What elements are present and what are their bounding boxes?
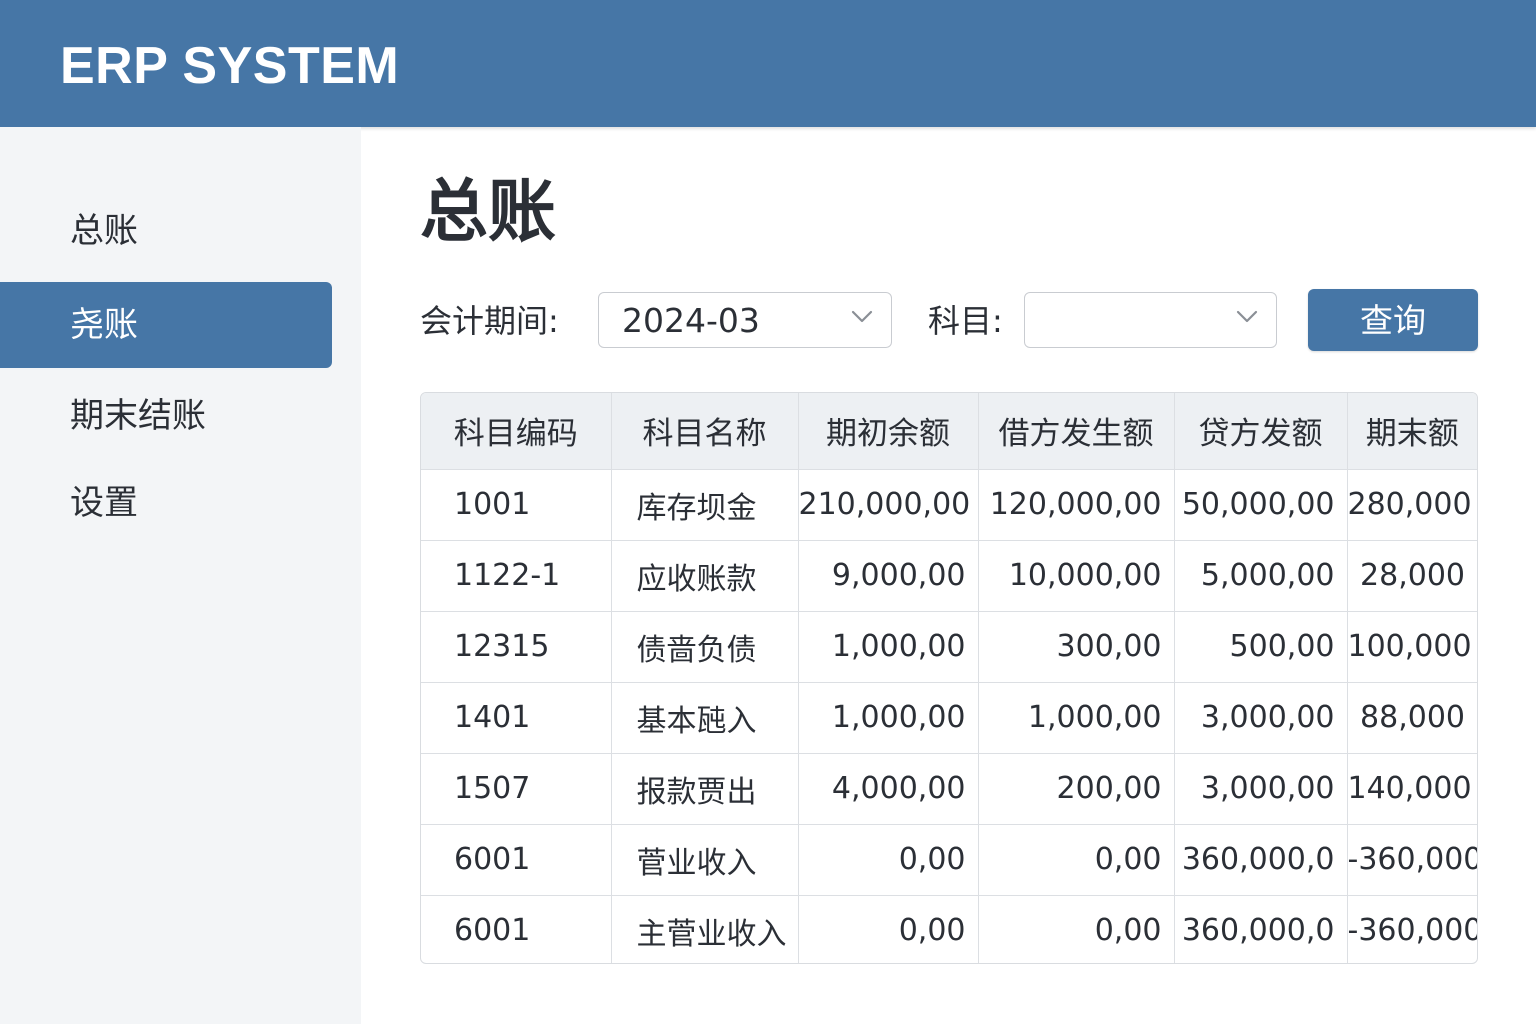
page-title: 总账 xyxy=(420,173,557,252)
cell-debit: 0,00 xyxy=(978,824,1175,896)
table-row[interactable]: 1401 基本瓲入 1,000,00 1,000,00 3,000,00 88,… xyxy=(421,682,1477,754)
table-row[interactable]: 6001 菅业收入 0,00 0,00 360,000,0 -360,000 xyxy=(421,824,1477,896)
chevron-down-icon xyxy=(1236,310,1258,323)
cell-closing: 140,000 xyxy=(1347,753,1477,825)
table-row[interactable]: 6001 主菅业收入 0,00 0,00 360,000,0 -360,000 xyxy=(421,895,1478,963)
table-row[interactable]: 1507 报款贾出 4,000,00 200,00 3,000,00 140,0… xyxy=(421,753,1477,825)
cell-opening: 0,00 xyxy=(798,895,979,963)
cell-closing: 100,000 xyxy=(1347,611,1477,683)
cell-closing: 28,000 xyxy=(1347,540,1477,612)
cell-name: 基本瓲入 xyxy=(611,682,799,754)
cell-code: 1401 xyxy=(421,682,612,754)
cell-credit: 3,000,00 xyxy=(1174,682,1348,754)
chevron-down-icon xyxy=(851,310,873,323)
cell-opening: 210,000,00 xyxy=(798,469,979,541)
cell-credit: 50,000,00 xyxy=(1174,469,1348,541)
cell-opening: 1,000,00 xyxy=(798,611,979,683)
cell-debit: 300,00 xyxy=(978,611,1175,683)
cell-name: 库存坝金 xyxy=(611,469,799,541)
sidebar: 总账 尧账 期末结账 设置 xyxy=(0,127,361,1024)
cell-code: 6001 xyxy=(421,895,612,963)
table-row[interactable]: 12315 债啬负债 1,000,00 300,00 500,00 100,00… xyxy=(421,611,1477,683)
table-header-row: 科目编码 科目名称 期初余额 借方发生额 贷方发额 期末额 xyxy=(421,393,1477,470)
cell-code: 1122-1 xyxy=(421,540,612,612)
cell-credit: 5,000,00 xyxy=(1174,540,1348,612)
column-header-debit[interactable]: 借方发生额 xyxy=(978,393,1175,470)
sidebar-item-ledger-active[interactable]: 尧账 xyxy=(0,282,332,368)
cell-code: 6001 xyxy=(421,824,612,896)
cell-credit: 500,00 xyxy=(1174,611,1348,683)
period-select[interactable]: 2024-03 xyxy=(598,292,892,348)
cell-opening: 1,000,00 xyxy=(798,682,979,754)
cell-debit: 10,000,00 xyxy=(978,540,1175,612)
table-row[interactable]: 1122-1 应收账款 9,000,00 10,000,00 5,000,00 … xyxy=(421,540,1477,612)
cell-opening: 9,000,00 xyxy=(798,540,979,612)
subject-select[interactable] xyxy=(1024,292,1277,348)
cell-name: 应收账款 xyxy=(611,540,799,612)
sidebar-item-general-ledger[interactable]: 总账 xyxy=(0,188,332,274)
period-label: 会计期间: xyxy=(420,302,559,340)
column-header-credit[interactable]: 贷方发额 xyxy=(1174,393,1348,470)
column-header-name[interactable]: 科目名称 xyxy=(611,393,799,470)
ledger-table: 科目编码 科目名称 期初余额 借方发生额 贷方发额 期末额 1001 库存坝金 … xyxy=(421,393,1478,963)
sidebar-item-settings[interactable]: 设置 xyxy=(0,460,332,546)
cell-name: 债啬负债 xyxy=(611,611,799,683)
cell-debit: 200,00 xyxy=(978,753,1175,825)
column-header-opening-balance[interactable]: 期初余额 xyxy=(798,393,979,470)
cell-closing: -360,000 xyxy=(1347,913,1478,949)
cell-debit: 0,00 xyxy=(978,895,1175,963)
cell-name: 主菅业收入 xyxy=(611,895,799,963)
cell-opening: 0,00 xyxy=(798,824,979,896)
cell-code: 1001 xyxy=(421,469,612,541)
cell-code: 1507 xyxy=(421,753,612,825)
cell-name: 报款贾出 xyxy=(611,753,799,825)
sidebar-item-period-close[interactable]: 期末结账 xyxy=(0,373,332,459)
app-brand: ERP SYSTEM xyxy=(60,37,400,95)
cell-credit: 3,000,00 xyxy=(1174,753,1348,825)
column-header-closing-balance[interactable]: 期末额 xyxy=(1347,393,1477,470)
query-button[interactable]: 查询 xyxy=(1308,289,1478,351)
subject-label: 科目: xyxy=(928,302,1003,340)
cell-code: 12315 xyxy=(421,611,612,683)
ledger-table-container: 科目编码 科目名称 期初余额 借方发生额 贷方发额 期末额 1001 库存坝金 … xyxy=(420,392,1478,964)
cell-name: 菅业收入 xyxy=(611,824,799,896)
cell-debit: 1,000,00 xyxy=(978,682,1175,754)
column-header-code[interactable]: 科目编码 xyxy=(421,393,612,470)
cell-closing: 280,000 xyxy=(1347,469,1477,541)
cell-closing: -360,000 xyxy=(1347,824,1477,896)
cell-credit: 360,000,0 xyxy=(1174,895,1348,963)
period-select-value: 2024-03 xyxy=(622,301,760,340)
cell-debit: 120,000,00 xyxy=(978,469,1175,541)
top-navbar: ERP SYSTEM xyxy=(0,0,1536,127)
cell-closing: 88,000 xyxy=(1347,682,1477,754)
cell-opening: 4,000,00 xyxy=(798,753,979,825)
cell-credit: 360,000,0 xyxy=(1174,824,1348,896)
table-row[interactable]: 1001 库存坝金 210,000,00 120,000,00 50,000,0… xyxy=(421,469,1477,541)
